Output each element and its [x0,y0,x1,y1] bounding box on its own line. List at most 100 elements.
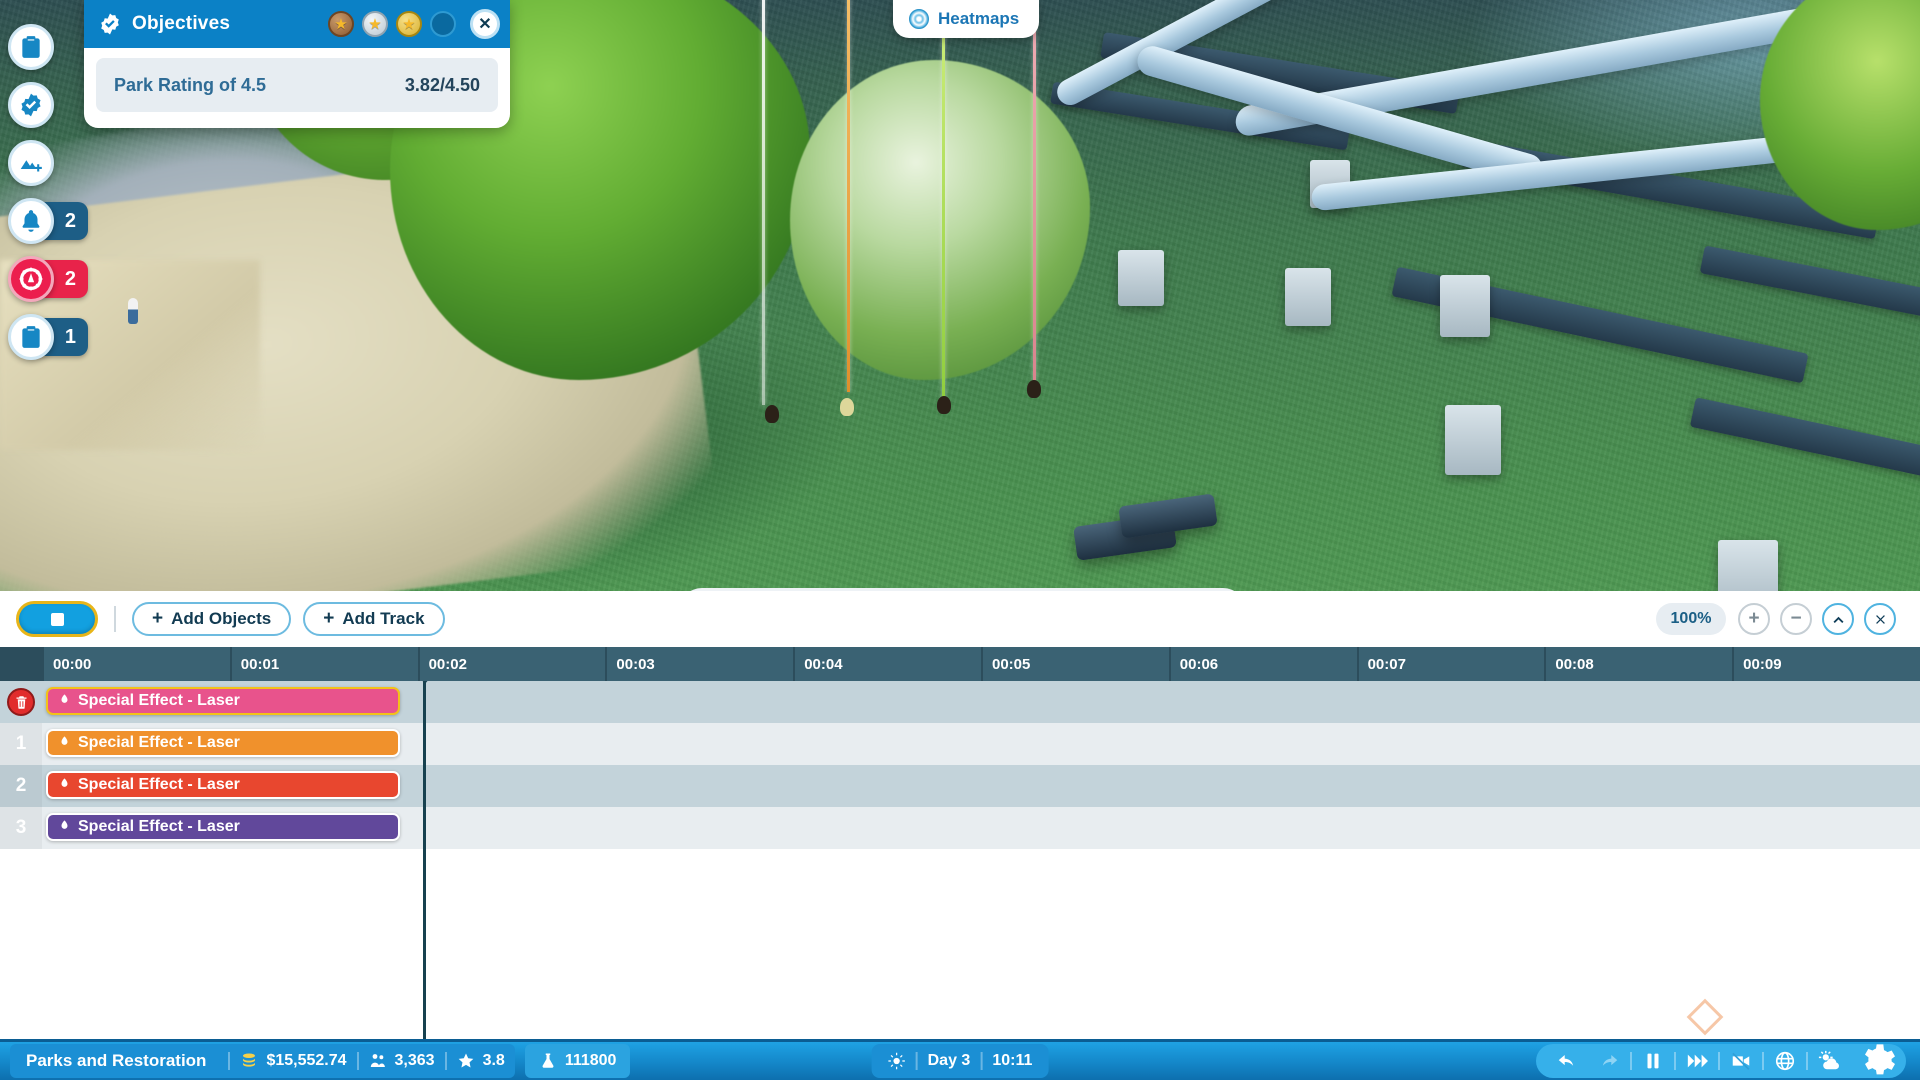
pause-button[interactable] [1632,1046,1674,1076]
game-screen: 2 2 1 Objectives ★ ★ ★ ✕ Park Rating of … [0,0,1920,1080]
empty-medal-icon [430,11,456,37]
rating-stat[interactable]: 3.8 [457,1052,505,1070]
concrete-pylon [1118,250,1164,306]
track-lane[interactable]: Special Effect - Laser [42,681,1920,723]
flame-icon [58,819,71,835]
heatmaps-label: Heatmaps [938,9,1020,28]
money-value: $15,552.74 [266,1052,347,1069]
track-lane[interactable]: Special Effect - Laser [42,807,1920,849]
track-number[interactable]: 2 [0,765,42,807]
objective-label: Park Rating of 4.5 [114,74,267,95]
zoom-out-button[interactable]: − [1780,603,1812,635]
sequencer-toolbar: + Add Objects + Add Track 100% + − [0,591,1920,647]
ruler-tick: 00:06 [1168,647,1357,681]
guests-value: 3,363 [394,1052,435,1069]
plus-icon: + [323,608,335,629]
timeline-clip[interactable]: Special Effect - Laser [46,771,400,799]
ferris-wheel-alert-icon [8,256,54,302]
timeline-track-row[interactable]: 3 Special Effect - Laser [0,807,1920,849]
star-glyph: ★ [334,15,348,33]
guide-pole [1033,0,1036,380]
flame-icon [58,693,71,709]
scenery-plus-icon [8,140,54,186]
park-stats-group: Parks and Restoration $15,552.74 3,363 3… [10,1044,515,1078]
add-track-button[interactable]: + Add Track [303,602,445,636]
divider [228,1052,231,1070]
objectives-check-icon [98,12,122,36]
plus-icon: + [152,608,164,629]
track-number[interactable]: 3 [0,807,42,849]
zoom-in-button[interactable]: + [1738,603,1770,635]
game-controls [1536,1044,1906,1078]
delete-track-button[interactable] [0,681,42,723]
clip-label: Special Effect - Laser [78,776,240,793]
close-icon[interactable]: ✕ [470,9,500,39]
time-group: Day 3 10:11 [871,1044,1049,1078]
park-name: Parks and Restoration [26,1051,207,1070]
sidebar-item-reports[interactable]: 1 [8,314,88,360]
globe-button[interactable] [1764,1046,1806,1076]
add-objects-label: Add Objects [171,609,272,628]
divider [980,1052,983,1070]
ruler-tick: 00:01 [229,647,418,681]
objective-progress: 3.82/4.50 [404,74,480,95]
guests-icon [370,1054,385,1067]
divider [356,1052,359,1070]
sun-icon [888,1052,905,1070]
pole-base [1027,380,1041,398]
timeline-tracks[interactable]: Special Effect - Laser 1 Special Effect - … [0,681,1920,1039]
objectives-body: Park Rating of 4.5 3.82/4.50 [84,48,510,128]
sidebar-item-objectives[interactable] [8,82,54,128]
left-sidebar: 2 2 1 [8,24,88,360]
tracks-empty-area[interactable] [0,849,1920,1039]
weather-button[interactable] [1808,1046,1850,1076]
objective-row[interactable]: Park Rating of 4.5 3.82/4.50 [96,58,498,112]
close-panel-button[interactable] [1864,603,1896,635]
star-glyph: ★ [368,15,382,33]
divider [444,1052,447,1070]
track-number[interactable]: 1 [0,723,42,765]
playhead[interactable] [415,681,434,1039]
redo-icon [1602,1055,1618,1066]
sidebar-item-notifications[interactable]: 2 [8,198,88,244]
stop-square-icon [50,612,64,626]
heatmaps-button[interactable]: Heatmaps [893,0,1040,38]
redo-button[interactable] [1588,1046,1630,1076]
camera-toggle-button[interactable] [1720,1046,1762,1076]
timeline-track-row[interactable]: 1 Special Effect - Laser [0,723,1920,765]
day-counter: Day 3 [927,1052,971,1069]
flask-icon [542,1053,554,1068]
playhead-handle[interactable] [415,681,434,684]
gold-medal-icon: ★ [396,11,422,37]
collapse-panel-button[interactable] [1822,603,1854,635]
guests-stat[interactable]: 3,363 [369,1052,435,1070]
settings-button[interactable] [1856,1044,1896,1076]
clip-label: Special Effect - Laser [78,692,240,709]
ruler-tick: 00:04 [793,647,981,681]
bell-icon [8,198,54,244]
track-lane[interactable]: Special Effect - Laser [42,765,1920,807]
timeline-clip[interactable]: Special Effect - Laser [46,687,400,715]
fast-forward-button[interactable] [1676,1046,1718,1076]
weather-stat[interactable] [888,1052,906,1070]
research-stat[interactable]: 111800 [524,1044,631,1078]
add-objects-button[interactable]: + Add Objects [132,602,292,636]
stop-button[interactable] [16,601,98,637]
timeline-ruler[interactable]: 00:00 00:01 00:02 00:03 00:04 00:05 00:06 00:07… [0,647,1920,681]
coins-icon [243,1053,256,1067]
undo-button[interactable] [1546,1046,1588,1076]
camera-off-icon [1732,1052,1750,1070]
timeline-track-row[interactable]: Special Effect - Laser [0,681,1920,723]
divider [915,1052,918,1070]
money-stat[interactable]: $15,552.74 [240,1052,347,1070]
timeline-clip[interactable]: Special Effect - Laser [46,813,400,841]
track-lane[interactable]: Special Effect - Laser [42,723,1920,765]
sidebar-item-ride-alerts[interactable]: 2 [8,256,88,302]
concrete-pylon [1440,275,1490,337]
sidebar-item-clipboard-tasks[interactable] [8,24,54,70]
timeline-track-row[interactable]: 2 Special Effect - Laser [0,765,1920,807]
undo-icon [1558,1055,1574,1066]
sidebar-item-scenery-add[interactable] [8,140,54,186]
timeline-clip[interactable]: Special Effect - Laser [46,729,400,757]
globe-icon [1775,1051,1795,1071]
